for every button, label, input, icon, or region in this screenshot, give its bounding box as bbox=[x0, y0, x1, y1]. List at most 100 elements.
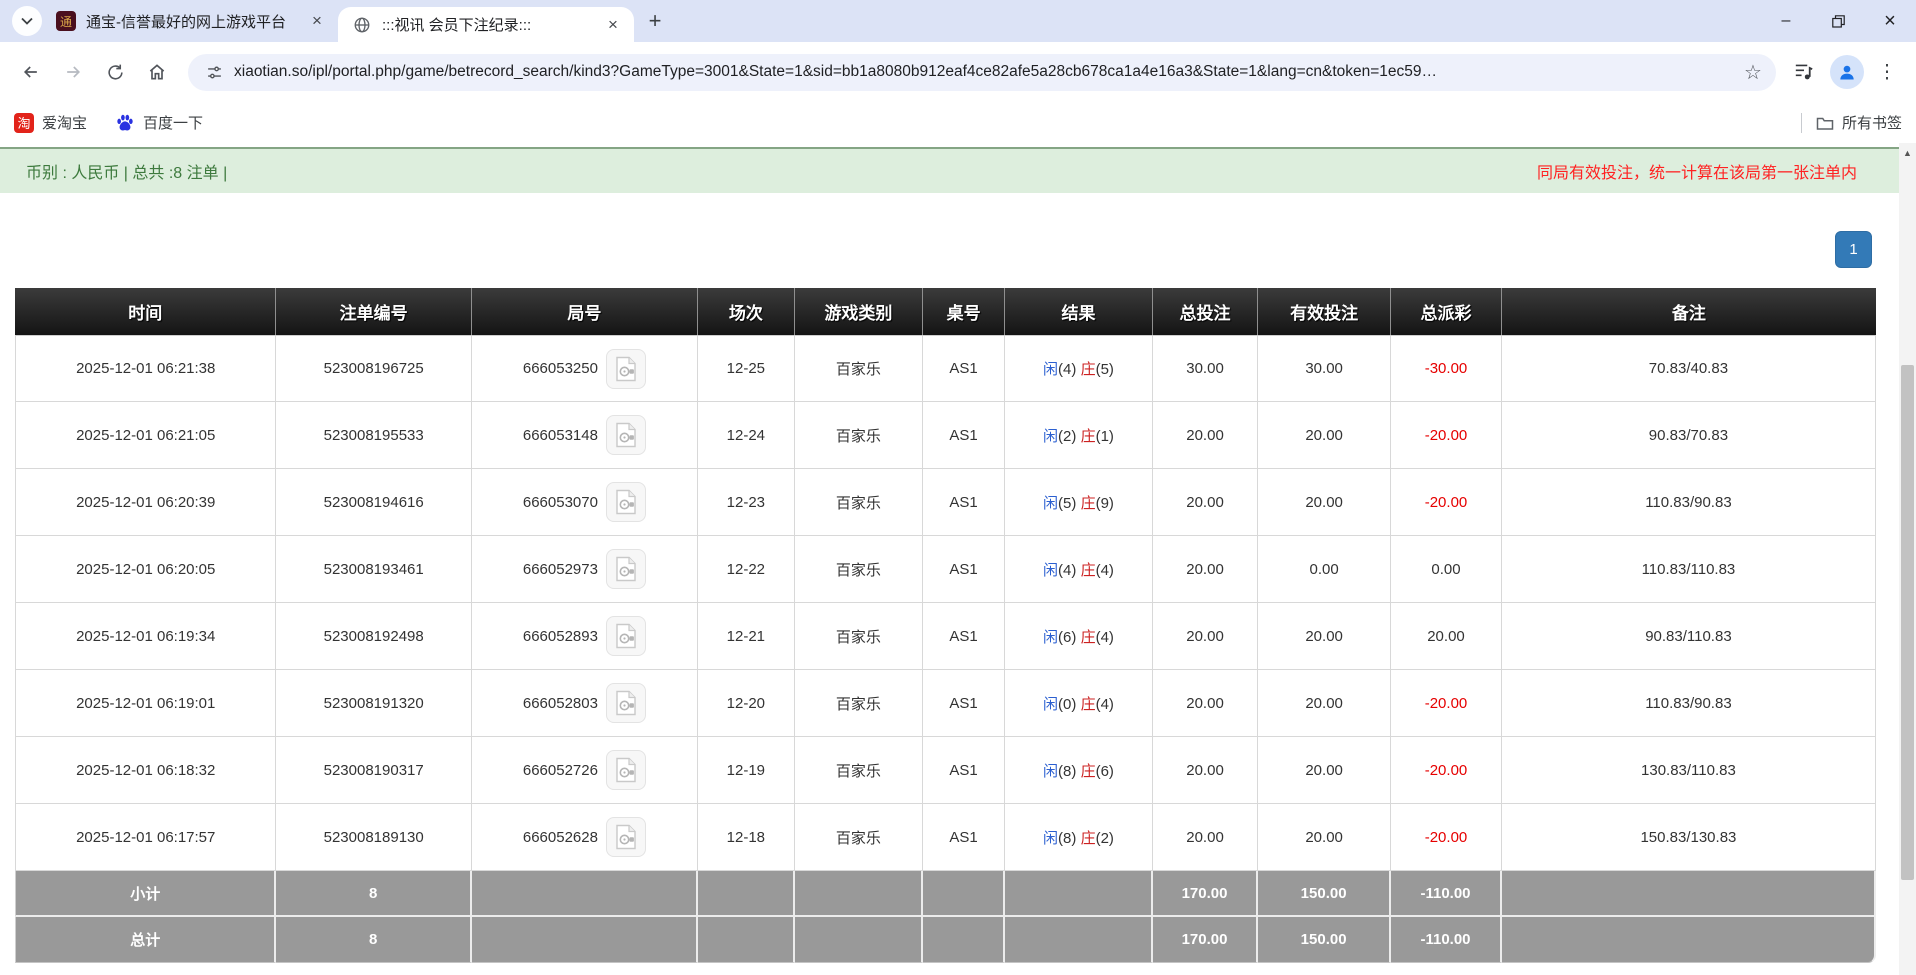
all-bookmarks[interactable]: 所有书签 bbox=[1801, 112, 1902, 133]
table-row: 2025-12-01 06:21:05 523008195533 6660531… bbox=[15, 402, 1876, 469]
minimize-button[interactable]: – bbox=[1760, 0, 1812, 42]
reload-button[interactable] bbox=[96, 53, 134, 91]
cell-round: 666052726 bbox=[472, 737, 698, 804]
banker-score: (6) bbox=[1096, 763, 1114, 780]
scrollbar-thumb[interactable] bbox=[1901, 365, 1914, 880]
cell-payout: -20.00 bbox=[1391, 737, 1502, 804]
url-text[interactable]: xiaotian.so/ipl/portal.php/game/betrecor… bbox=[234, 63, 1738, 81]
cell-round: 666052628 bbox=[472, 804, 698, 871]
cell-result: 闲(4) 庄(4) bbox=[1005, 536, 1153, 603]
restore-button[interactable] bbox=[1812, 0, 1864, 42]
back-button[interactable] bbox=[12, 53, 50, 91]
banker-score: (9) bbox=[1096, 495, 1114, 512]
banker-label: 庄 bbox=[1081, 763, 1096, 780]
cell-table-no: AS1 bbox=[923, 335, 1005, 402]
page-1-button[interactable]: 1 bbox=[1835, 231, 1872, 268]
video-replay-button[interactable] bbox=[606, 817, 646, 857]
tab-close-icon[interactable]: × bbox=[306, 10, 328, 32]
player-label: 闲 bbox=[1043, 428, 1058, 445]
cell-session: 12-25 bbox=[698, 335, 795, 402]
player-label: 闲 bbox=[1043, 361, 1058, 378]
table-row: 2025-12-01 06:20:05 523008193461 6660529… bbox=[15, 536, 1876, 603]
player-label: 闲 bbox=[1043, 495, 1058, 512]
cell-time: 2025-12-01 06:21:38 bbox=[15, 335, 276, 402]
page-content: 币别 : 人民币 | 总共 :8 注单 | 同局有效投注，统一计算在该局第一张注… bbox=[0, 143, 1899, 975]
table-row: 2025-12-01 06:18:32 523008190317 6660527… bbox=[15, 737, 1876, 804]
cell-total-bet[interactable]: 20.00 bbox=[1153, 804, 1258, 871]
page-scrollbar[interactable]: ▲ bbox=[1899, 143, 1916, 975]
tab-bet-record[interactable]: :::视讯 会员下注纪录::: × bbox=[338, 7, 634, 42]
cell-total-bet[interactable]: 20.00 bbox=[1153, 402, 1258, 469]
new-tab-button[interactable]: + bbox=[640, 6, 670, 36]
col-remark: 备注 bbox=[1502, 288, 1876, 335]
globe-icon bbox=[352, 15, 372, 35]
cell-time: 2025-12-01 06:21:05 bbox=[15, 402, 276, 469]
folder-icon bbox=[1816, 115, 1834, 131]
forward-icon bbox=[63, 62, 83, 82]
url-bar[interactable]: xiaotian.so/ipl/portal.php/game/betrecor… bbox=[188, 54, 1776, 91]
browser-toolbar: xiaotian.so/ipl/portal.php/game/betrecor… bbox=[0, 42, 1916, 102]
cell-total-bet[interactable]: 20.00 bbox=[1153, 737, 1258, 804]
cell-total-bet[interactable]: 20.00 bbox=[1153, 670, 1258, 737]
player-label: 闲 bbox=[1043, 763, 1058, 780]
cell-total-bet[interactable]: 30.00 bbox=[1153, 335, 1258, 402]
col-time: 时间 bbox=[15, 288, 276, 335]
bookmarks-bar: 淘 爱淘宝 百度一下 所有书签 bbox=[0, 102, 1916, 143]
cell-game-type: 百家乐 bbox=[795, 804, 923, 871]
video-replay-button[interactable] bbox=[606, 482, 646, 522]
table-row: 2025-12-01 06:17:57 523008189130 6660526… bbox=[15, 804, 1876, 871]
subtotal-count: 8 bbox=[276, 871, 471, 917]
cell-total-bet[interactable]: 20.00 bbox=[1153, 603, 1258, 670]
col-game-type: 游戏类别 bbox=[795, 288, 923, 335]
cell-game-type: 百家乐 bbox=[795, 670, 923, 737]
cell-total-bet[interactable]: 20.00 bbox=[1153, 536, 1258, 603]
bookmark-aitaobao[interactable]: 淘 爱淘宝 bbox=[14, 112, 87, 133]
forward-button[interactable] bbox=[54, 53, 92, 91]
media-controls-icon[interactable] bbox=[1786, 54, 1822, 90]
bet-record-table: 时间 注单编号 局号 场次 游戏类别 桌号 结果 总投注 有效投注 总派彩 备注… bbox=[15, 288, 1876, 963]
home-icon bbox=[147, 62, 167, 82]
cell-bet-id: 523008196725 bbox=[276, 335, 471, 402]
bookmark-baidu[interactable]: 百度一下 bbox=[115, 112, 203, 133]
bookmark-label: 百度一下 bbox=[143, 112, 203, 133]
home-button[interactable] bbox=[138, 53, 176, 91]
cell-valid-bet: 20.00 bbox=[1258, 402, 1391, 469]
cell-result: 闲(4) 庄(5) bbox=[1005, 335, 1153, 402]
video-replay-button[interactable] bbox=[606, 549, 646, 589]
browser-menu-icon[interactable]: ⋮ bbox=[1872, 57, 1902, 87]
cell-valid-bet: 30.00 bbox=[1258, 335, 1391, 402]
cell-bet-id: 523008194616 bbox=[276, 469, 471, 536]
player-score: (4) bbox=[1058, 361, 1076, 378]
table-row: 2025-12-01 06:19:34 523008192498 6660528… bbox=[15, 603, 1876, 670]
tab-tongbao[interactable]: 通 通宝-信誉最好的网上游戏平台 × bbox=[42, 0, 338, 42]
cell-remark: 150.83/130.83 bbox=[1502, 804, 1876, 871]
profile-avatar-icon[interactable] bbox=[1830, 55, 1864, 89]
video-file-icon bbox=[615, 623, 637, 649]
bookmark-star-icon[interactable]: ☆ bbox=[1738, 57, 1768, 87]
tab-close-icon[interactable]: × bbox=[602, 14, 624, 36]
table-footer: 小计 8 170.00 150.00 -110.00 总计 8 170.00 1… bbox=[15, 871, 1876, 963]
col-bet-id: 注单编号 bbox=[276, 288, 471, 335]
cell-payout: -20.00 bbox=[1391, 670, 1502, 737]
cell-total-bet[interactable]: 20.00 bbox=[1153, 469, 1258, 536]
col-round: 局号 bbox=[472, 288, 698, 335]
round-id: 666052973 bbox=[523, 561, 598, 578]
site-settings-icon[interactable] bbox=[200, 58, 228, 86]
close-window-button[interactable]: × bbox=[1864, 0, 1916, 42]
video-replay-button[interactable] bbox=[606, 349, 646, 389]
col-session: 场次 bbox=[698, 288, 795, 335]
cell-bet-id: 523008193461 bbox=[276, 536, 471, 603]
currency-summary: 币别 : 人民币 | 总共 :8 注单 | bbox=[26, 159, 227, 183]
video-replay-button[interactable] bbox=[606, 683, 646, 723]
cell-game-type: 百家乐 bbox=[795, 603, 923, 670]
cell-session: 12-21 bbox=[698, 603, 795, 670]
video-replay-button[interactable] bbox=[606, 750, 646, 790]
video-replay-button[interactable] bbox=[606, 616, 646, 656]
cell-valid-bet: 20.00 bbox=[1258, 603, 1391, 670]
baidu-paw-icon bbox=[115, 113, 135, 133]
cell-game-type: 百家乐 bbox=[795, 335, 923, 402]
tab-search-button[interactable] bbox=[12, 6, 42, 36]
video-replay-button[interactable] bbox=[606, 415, 646, 455]
video-file-icon bbox=[615, 690, 637, 716]
scroll-up-icon[interactable]: ▲ bbox=[1899, 143, 1916, 163]
